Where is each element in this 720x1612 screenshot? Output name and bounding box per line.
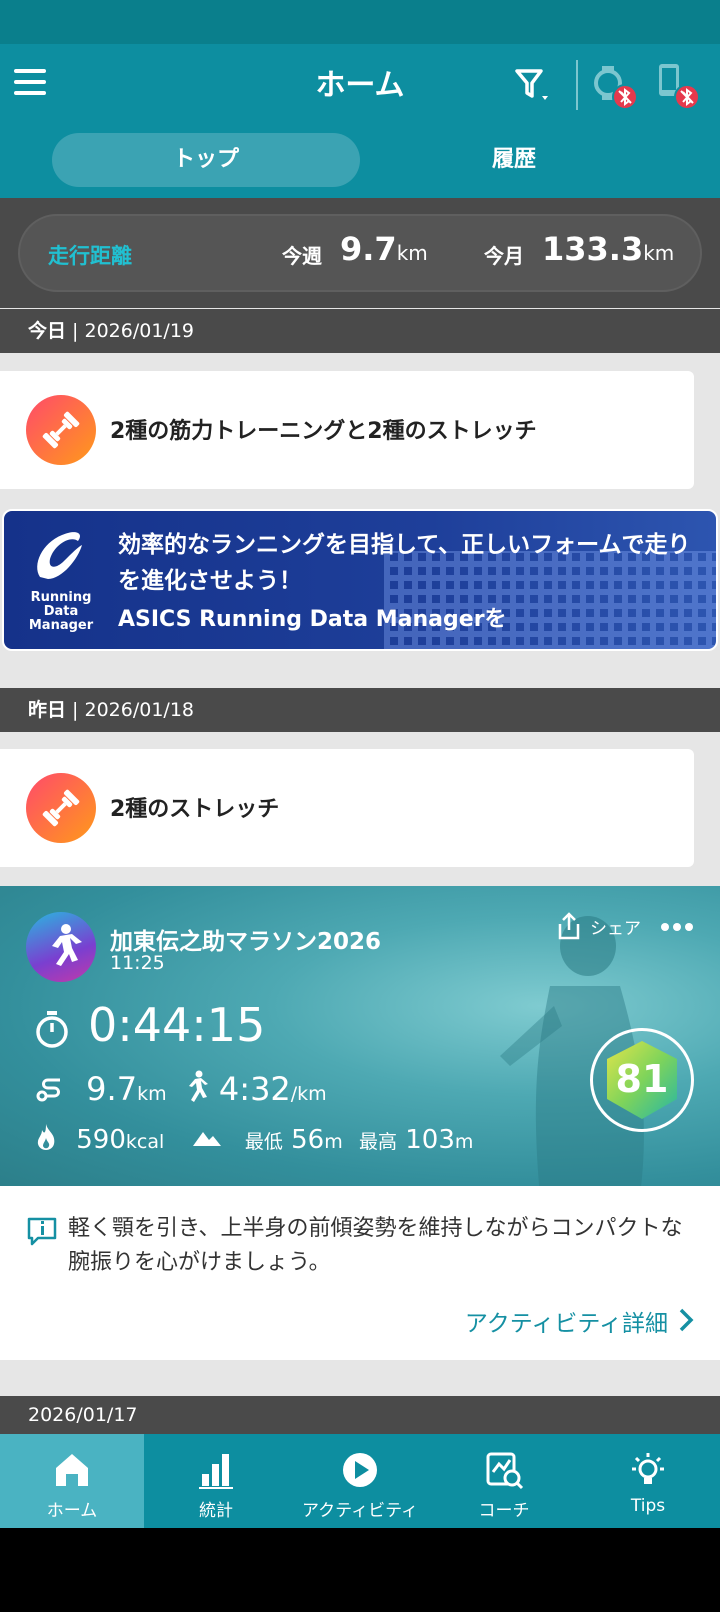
- nav-activity[interactable]: アクティビティ: [288, 1434, 432, 1528]
- max-elevation-label: 最高: [358, 1131, 397, 1153]
- promo-banner[interactable]: Running Data Manager 効率的なランニングを目指して、正しいフ…: [2, 509, 718, 651]
- pace-runner-icon: [188, 1070, 208, 1102]
- distance-label: 走行距離: [48, 244, 132, 268]
- dumbbell-icon: [26, 395, 96, 465]
- training-card-today[interactable]: 2種の筋力トレーニングと2種のストレッチ: [0, 371, 694, 489]
- activity-title: 加東伝之助マラソン2026: [110, 929, 382, 955]
- phone-icon[interactable]: [656, 62, 702, 112]
- app-bar-divider: [576, 60, 578, 110]
- route-icon: [36, 1078, 60, 1102]
- distance-summary-area: 走行距離 今週 9.7km 今月 133.3km: [0, 198, 720, 308]
- tab-history[interactable]: 履歴: [360, 133, 668, 187]
- calories-unit: kcal: [125, 1131, 165, 1153]
- info-icon: [27, 1217, 57, 1246]
- activity-calories: 590: [76, 1125, 126, 1155]
- banner-logo-text: Running Data Manager: [28, 590, 94, 633]
- bottom-navigation: ホーム 統計 アクティビティ コーチ Tips: [0, 1434, 720, 1528]
- share-label[interactable]: シェア: [590, 914, 641, 939]
- max-elevation-unit: m: [454, 1131, 474, 1153]
- distance-summary-card[interactable]: 走行距離 今週 9.7km 今月 133.3km: [18, 214, 702, 292]
- nav-stats[interactable]: 統計: [144, 1434, 288, 1528]
- tab-top[interactable]: トップ: [52, 133, 360, 187]
- min-elevation-label: 最低: [244, 1131, 283, 1153]
- week-distance: 9.7km: [340, 230, 428, 268]
- month-label: 今月: [484, 244, 524, 268]
- bluetooth-off-icon: [674, 84, 700, 110]
- nav-home[interactable]: ホーム: [0, 1434, 144, 1528]
- status-bar: [0, 0, 720, 44]
- share-icon[interactable]: [556, 912, 582, 940]
- activity-duration: 0:44:15: [88, 998, 266, 1052]
- training-title: 2種のストレッチ: [110, 797, 280, 822]
- nav-stats-label: 統計: [199, 1501, 233, 1521]
- distance-pace-row: 9.7km 4:32/km: [34, 1070, 327, 1108]
- dumbbell-icon: [26, 773, 96, 843]
- app-screen: ホーム トップ 履歴 走行距離 今週 9.7km 今月 133.3km 今日 |…: [0, 0, 720, 1528]
- bluetooth-off-icon: [612, 84, 638, 110]
- nav-coach[interactable]: コーチ: [432, 1434, 576, 1528]
- activity-time: 11:25: [110, 952, 165, 974]
- date-header-today: 今日 | 2026/01/19: [0, 309, 720, 353]
- nav-tips[interactable]: Tips: [576, 1434, 720, 1528]
- filter-icon[interactable]: [514, 66, 550, 102]
- min-elevation: 56: [291, 1125, 325, 1155]
- pace-unit: /km: [290, 1083, 327, 1105]
- flame-icon: [37, 1124, 55, 1150]
- distance-unit: km: [137, 1083, 167, 1105]
- activity-detail-link[interactable]: アクティビティ詳細: [465, 1304, 668, 1338]
- run-score: 81: [615, 1057, 669, 1101]
- coach-advice-card: 軽く顎を引き、上半身の前傾姿勢を維持しながらコンパクトな腕振りを心がけましょう。…: [0, 1186, 720, 1360]
- banner-headline: 効率的なランニングを目指して、正しいフォームで走りを進化させよう！: [118, 532, 691, 594]
- bulb-icon: [632, 1453, 664, 1484]
- coach-icon: [486, 1452, 524, 1490]
- asics-logo: Running Data Manager: [26, 525, 96, 635]
- training-card-yesterday[interactable]: 2種のストレッチ: [0, 749, 694, 867]
- play-icon: [343, 1453, 377, 1487]
- activity-pace: 4:32: [218, 1070, 291, 1108]
- elevation-icon: [192, 1132, 221, 1146]
- chevron-right-icon[interactable]: [676, 1306, 696, 1334]
- activity-card[interactable]: 加東伝之助マラソン2026 11:25 シェア 0:44:15 9.7km 4:…: [0, 886, 720, 1186]
- stopwatch-icon: [36, 1011, 68, 1048]
- app-bar: ホーム: [0, 44, 720, 121]
- watch-icon[interactable]: [594, 64, 640, 112]
- date-header-yesterday: 昨日 | 2026/01/18: [0, 688, 720, 732]
- month-distance: 133.3km: [542, 230, 675, 268]
- run-score-badge[interactable]: 81: [590, 1028, 694, 1132]
- max-elevation: 103: [405, 1125, 455, 1155]
- min-elevation-unit: m: [324, 1131, 343, 1153]
- training-title: 2種の筋力トレーニングと2種のストレッチ: [110, 419, 537, 444]
- home-icon: [56, 1454, 88, 1486]
- nav-coach-label: コーチ: [478, 1501, 530, 1521]
- nav-tips-label: Tips: [630, 1496, 666, 1516]
- nav-activity-label: アクティビティ: [301, 1501, 419, 1521]
- advice-text: 軽く顎を引き、上半身の前傾姿勢を維持しながらコンパクトな腕振りを心がけましょう。: [68, 1216, 683, 1275]
- calorie-elevation-row: 590kcal 最低 56m 最高 103m: [34, 1122, 473, 1155]
- tab-bar: トップ 履歴: [0, 121, 720, 198]
- nav-home-label: ホーム: [46, 1501, 98, 1521]
- date-header-next: 2026/01/17: [0, 1396, 720, 1434]
- more-options-icon[interactable]: [660, 922, 694, 932]
- week-label: 今週: [282, 244, 322, 268]
- banner-subline: ASICS Running Data Managerを: [118, 607, 507, 632]
- running-activity-icon: [26, 912, 96, 982]
- activity-distance: 9.7: [86, 1070, 138, 1108]
- stats-icon: [199, 1454, 233, 1489]
